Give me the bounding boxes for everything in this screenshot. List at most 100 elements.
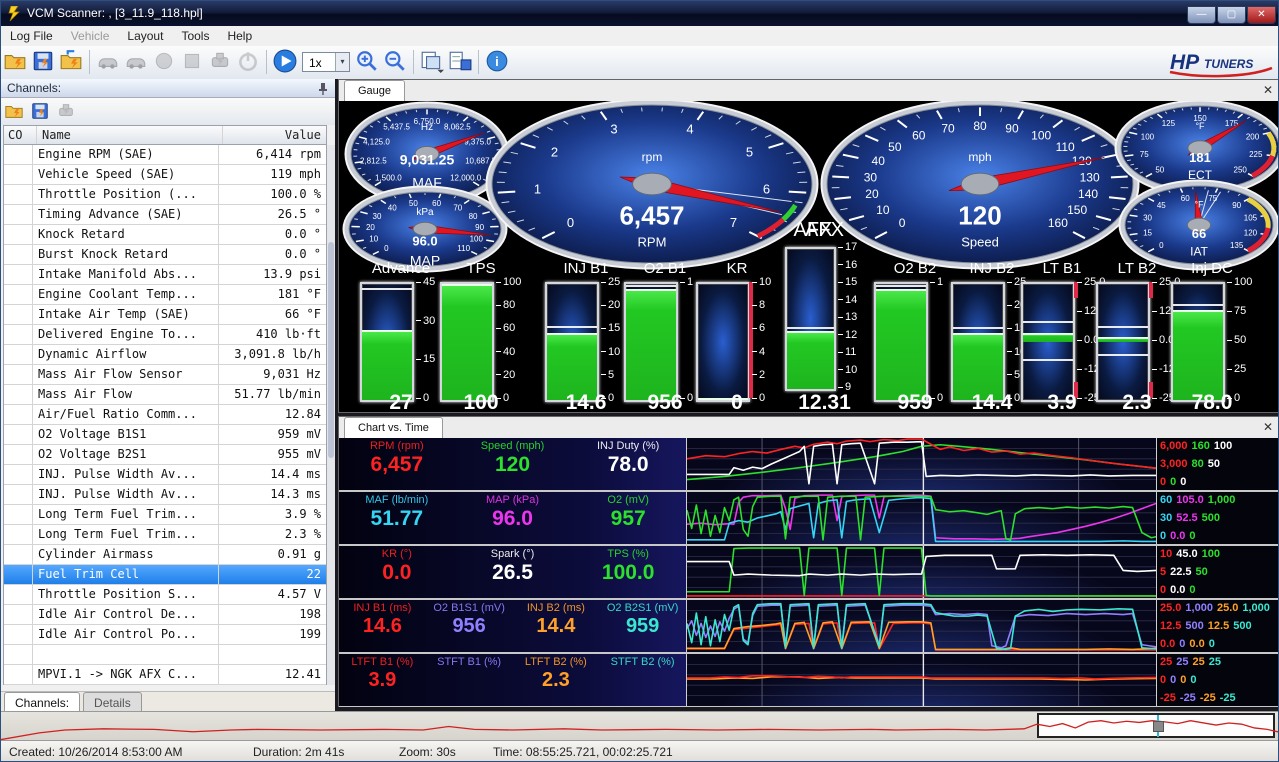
table-row[interactable]: Vehicle Speed (SAE)119 mph [4,165,326,185]
chart-tabbar: Chart vs. Time ✕ [339,417,1279,439]
legend-label: LTFT B1 (%) [339,656,426,668]
save-layout-button[interactable] [447,49,473,75]
info-button[interactable]: i [484,49,510,75]
table-row[interactable]: Mass Air Flow51.77 lb/min [4,385,326,405]
svg-text:75: 75 [1140,150,1149,159]
title-bar[interactable]: VCM Scanner: , [3_11.9_118.hpl] —▢✕ [1,1,1279,26]
ltb2-peak-marker [1098,354,1148,356]
trace-red [687,623,1156,650]
legend-cell: Speed (mph)120 [455,438,571,490]
table-row[interactable]: INJ. Pulse Width Av...14.4 ms [4,465,326,485]
menu-item-help[interactable]: Help [218,26,261,46]
tab-gauge[interactable]: Gauge [344,80,405,101]
table-row[interactable]: Intake Manifold Abs...13.9 psi [4,265,326,285]
chart-close-icon[interactable]: ✕ [1263,420,1273,434]
kr-tick: 8 [752,299,765,311]
o2b1-bar-fill [626,289,676,400]
table-row[interactable]: Idle Air Control De...198 [4,605,326,625]
channels-panel: Channels: CO Name Value Engine RPM (SAE)… [1,79,335,713]
table-row[interactable]: Knock Retard0.0 ° [4,225,326,245]
legend-label: RPM (rpm) [339,440,455,452]
open-channel-config-button[interactable] [2,101,26,123]
svg-text:100: 100 [1141,132,1155,141]
playback-speed-select[interactable]: 1x▾ [302,52,350,72]
reopen-log-button[interactable] [58,49,84,75]
axis-line: 00.00 [1160,584,1200,596]
injb2-tick: 5 [1007,369,1020,381]
overview-cursor-grip[interactable] [1153,721,1164,732]
legend-label: MAF (lb/min) [339,494,455,506]
layout-button[interactable] [419,49,445,75]
gauge-panel: Gauge ✕ 1,500.02,812.54,125.05,437.56,75… [338,79,1279,413]
table-row[interactable] [4,645,326,665]
car-icon [124,49,148,73]
close-button[interactable]: ✕ [1247,6,1276,24]
play-button[interactable] [272,49,298,75]
column-header-value[interactable]: Value [223,126,326,144]
panel-splitter[interactable] [335,79,338,713]
legend-label: KR (°) [339,548,455,560]
table-row[interactable]: Long Term Fuel Trim...2.3 % [4,525,326,545]
svg-text:70: 70 [941,122,955,136]
table-row[interactable]: Idle Air Control Po...199 [4,625,326,645]
table-row[interactable]: Long Term Fuel Trim...3.9 % [4,505,326,525]
table-row[interactable]: Delivered Engine To...410 lb·ft [4,325,326,345]
menu-item-layout[interactable]: Layout [118,26,172,46]
menu-item-log-file[interactable]: Log File [1,26,62,46]
afx-tick: 10 [838,364,857,376]
column-header-name[interactable]: Name [37,126,223,144]
chart-plot [687,600,1157,652]
panel-gap [338,413,1279,416]
legend-value: 100.0 [570,561,686,585]
svg-text:40: 40 [388,204,397,213]
table-row[interactable]: Fuel Trim Cell22 [4,565,326,585]
menu-item-tools[interactable]: Tools [172,26,218,46]
svg-text:20: 20 [865,187,879,201]
svg-text:150: 150 [1067,203,1087,217]
svg-text:4: 4 [686,121,693,136]
table-row[interactable]: Intake Air Temp (SAE)66 °F [4,305,326,325]
column-header-co[interactable]: CO [4,126,37,144]
chart-plot [687,438,1157,490]
save-log-button[interactable] [30,49,56,75]
axis-line: -25-25-25-25 [1160,692,1240,704]
svg-text:50: 50 [1155,165,1164,174]
zoom-out-button[interactable] [382,49,408,75]
table-row[interactable]: Throttle Position S...4.57 V [4,585,326,605]
table-row[interactable]: O2 Voltage B2S1955 mV [4,445,326,465]
maximize-button[interactable]: ▢ [1217,6,1246,24]
open-log-button[interactable] [2,49,28,75]
table-row[interactable]: MPVI.1 -> NGK AFX C...12.41 [4,665,326,685]
log-overview-strip[interactable] [1,711,1279,741]
play-icon [273,49,297,73]
afx-gauge-label: AFX [773,219,853,242]
svg-text:110: 110 [457,244,470,253]
ltb2-peak-marker [1098,326,1148,328]
minimize-button[interactable]: — [1187,6,1216,24]
table-row[interactable]: Cylinder Airmass0.91 g [4,545,326,565]
svg-text:50: 50 [888,140,902,154]
gauge-close-icon[interactable]: ✕ [1263,83,1273,97]
table-row[interactable]: Mass Air Flow Sensor9,031 Hz [4,365,326,385]
zoom-in-button[interactable] [354,49,380,75]
table-row[interactable]: Throttle Position (...100.0 % [4,185,326,205]
table-row[interactable]: Dynamic Airflow3,091.8 lb/h [4,345,326,365]
pin-icon[interactable] [317,82,329,95]
table-row[interactable]: Engine Coolant Temp...181 °F [4,285,326,305]
axis-line: 25.01,00025.01,000 [1160,602,1274,614]
table-row[interactable]: Burst Knock Retard0.0 ° [4,245,326,265]
svg-text:30: 30 [373,212,382,221]
maf-unit: Hz [421,122,433,133]
save-channel-config-button[interactable] [28,101,52,123]
svg-text:250: 250 [1234,165,1248,174]
rpm-gauge: 01234567rpm6,457RPM [483,101,821,272]
scrollbar-thumb[interactable] [328,242,334,458]
table-row[interactable]: INJ. Pulse Width Av...14.3 ms [4,485,326,505]
table-row[interactable]: O2 Voltage B1S1959 mV [4,425,326,445]
table-row[interactable]: Air/Fuel Ratio Comm...12.84 [4,405,326,425]
table-row[interactable]: Timing Advance (SAE)26.5 ° [4,205,326,225]
channels-scrollbar[interactable] [327,145,335,685]
tab-chart-vs-time[interactable]: Chart vs. Time [344,417,443,438]
legend-label: INJ B1 (ms) [339,602,426,614]
table-row[interactable]: Engine RPM (SAE)6,414 rpm [4,145,326,165]
